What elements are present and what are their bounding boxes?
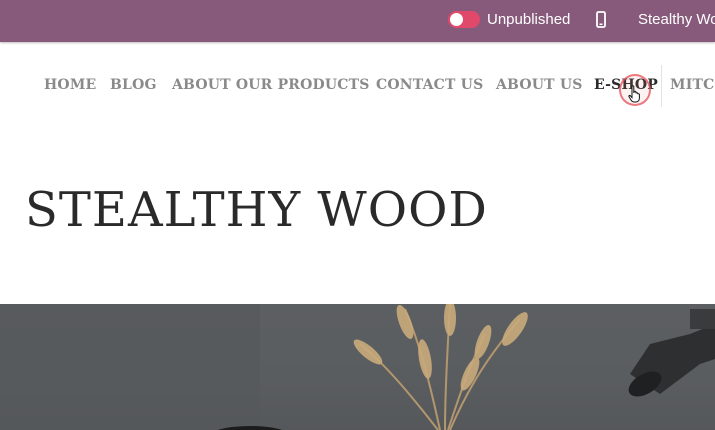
page-title: STEALTHY WOOD <box>25 182 488 238</box>
nav-item-contact-us[interactable]: Contact us <box>376 76 483 94</box>
nav-item-about-our-products[interactable]: About our products <box>172 76 370 94</box>
toggle-knob <box>450 13 463 26</box>
hero-image <box>0 304 715 430</box>
admin-bar: Unpublished Stealthy Wo <box>0 0 715 42</box>
website-switcher[interactable]: Stealthy Wo <box>638 11 715 29</box>
mobile-preview-icon[interactable] <box>596 11 606 28</box>
hand-cursor-icon <box>628 85 640 103</box>
main-navigation: Home Blog About our products Contact us … <box>0 43 715 127</box>
publish-toggle[interactable] <box>448 11 480 28</box>
hero-photo-illustration <box>0 304 715 430</box>
nav-item-home[interactable]: Home <box>44 76 96 94</box>
publish-status-label[interactable]: Unpublished <box>487 11 570 29</box>
nav-item-mitc[interactable]: Mitc <box>670 76 714 94</box>
nav-item-blog[interactable]: Blog <box>110 76 157 94</box>
nav-item-about-us[interactable]: About us <box>496 76 583 94</box>
nav-divider <box>661 65 662 107</box>
